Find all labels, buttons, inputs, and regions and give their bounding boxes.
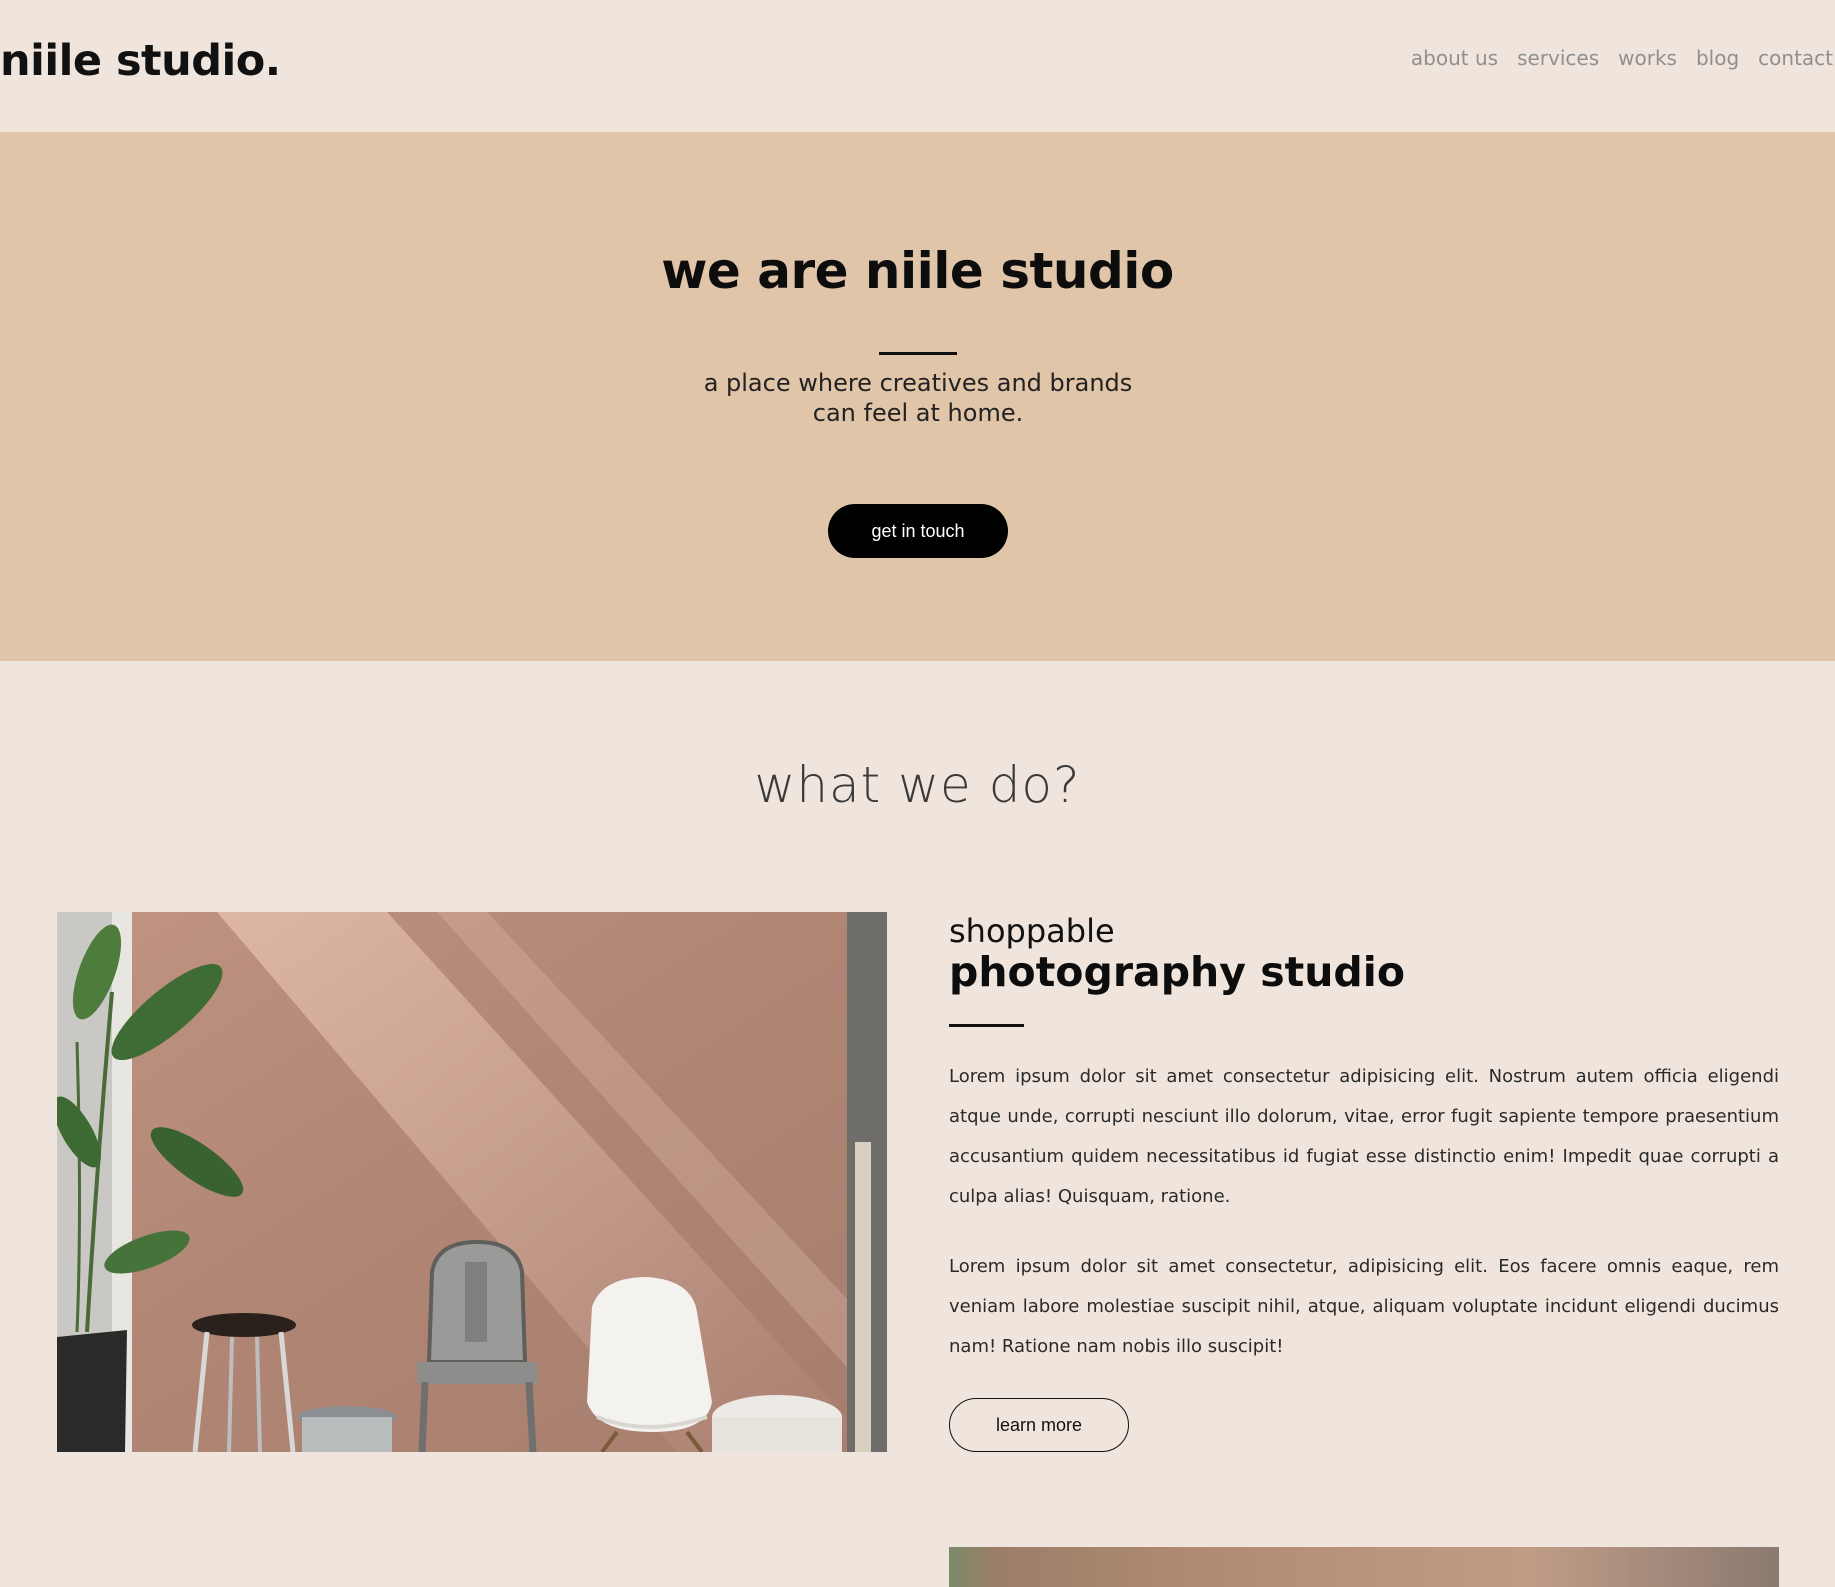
next-service-photo	[949, 1547, 1779, 1587]
site-header: niile studio. about us services works bl…	[0, 0, 1835, 132]
service-paragraph-2: Lorem ipsum dolor sit amet consectetur, …	[949, 1256, 1779, 1357]
nav-item-services[interactable]: services	[1517, 46, 1599, 70]
logo[interactable]: niile studio.	[0, 36, 281, 86]
nav-item-blog[interactable]: blog	[1696, 46, 1739, 70]
section-title: what we do?	[754, 756, 1081, 814]
service-paragraph-1: Lorem ipsum dolor sit amet consectetur a…	[949, 1066, 1779, 1207]
service-divider	[949, 1024, 1024, 1027]
service-title: photography studio	[949, 948, 1406, 996]
hero-section: we are niile studio a place where creati…	[0, 132, 1835, 661]
hero-subtitle: a place where creatives and brands can f…	[617, 368, 1219, 428]
get-in-touch-button[interactable]: get in touch	[828, 504, 1008, 558]
hero-subtitle-line-2: can feel at home.	[812, 399, 1024, 427]
hero-divider	[879, 352, 957, 355]
main-nav: about us services works blog contact	[1411, 46, 1833, 70]
nav-item-works[interactable]: works	[1618, 46, 1677, 70]
hero-subtitle-line-1: a place where creatives and brands	[703, 369, 1133, 397]
studio-photo	[57, 912, 887, 1452]
hero-title: we are niile studio	[661, 242, 1174, 300]
nav-item-contact[interactable]: contact	[1758, 46, 1833, 70]
learn-more-button[interactable]: learn more	[949, 1398, 1129, 1452]
service-eyebrow: shoppable	[949, 912, 1115, 950]
nav-item-about-us[interactable]: about us	[1411, 46, 1498, 70]
